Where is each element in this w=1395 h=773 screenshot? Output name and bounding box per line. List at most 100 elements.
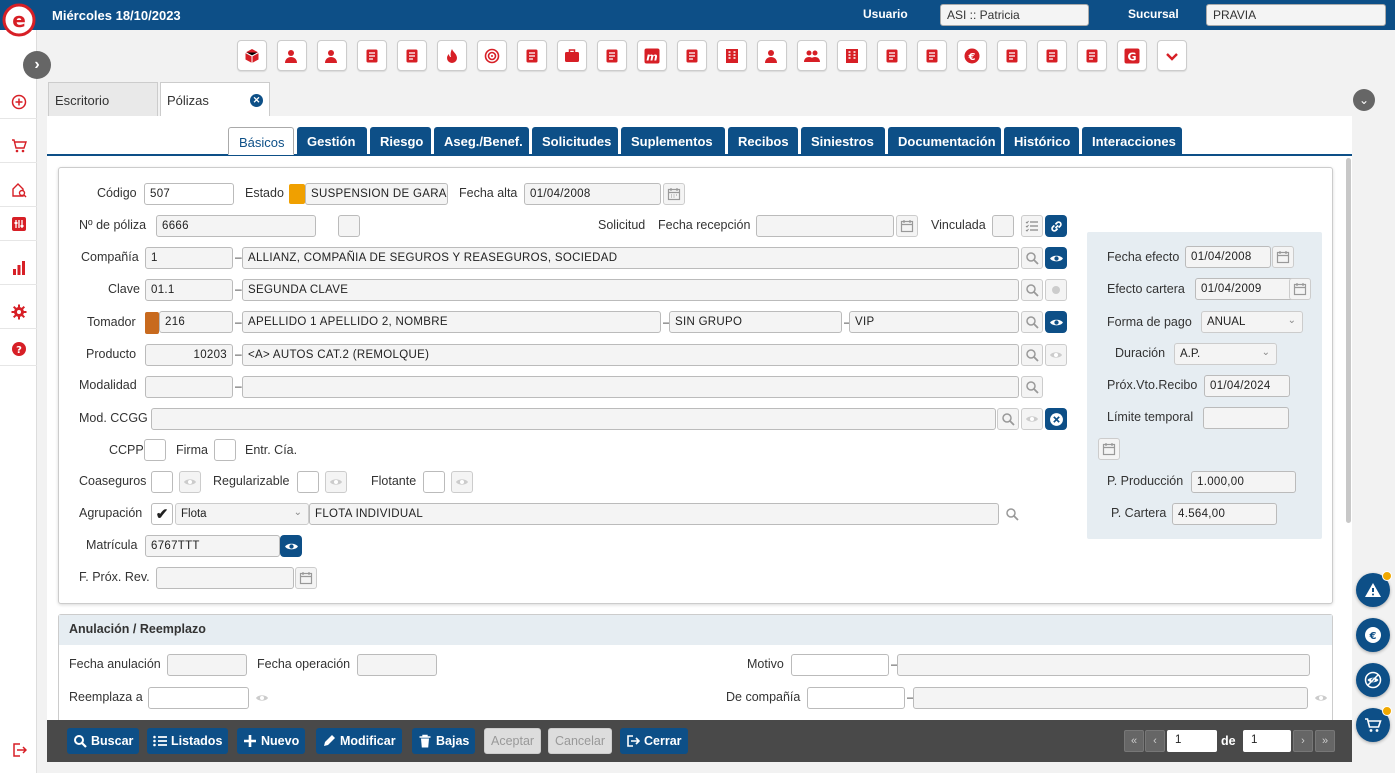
regularizable-checkbox[interactable] — [297, 471, 319, 493]
fecha-efecto-field[interactable]: 01/04/2008 — [1185, 246, 1271, 268]
eye-slash-icon[interactable] — [1077, 40, 1107, 71]
logout-icon[interactable] — [0, 733, 37, 767]
limite-temporal-field[interactable] — [1203, 407, 1289, 429]
buscar-button[interactable]: Buscar — [67, 728, 140, 754]
clear-icon[interactable] — [1045, 408, 1067, 430]
user-field[interactable]: ASI :: Patricia — [940, 4, 1089, 26]
de-compania-code-field[interactable] — [807, 687, 905, 709]
tab-histórico[interactable]: Histórico — [1004, 127, 1079, 155]
tomador-code-field[interactable]: 216 — [159, 311, 233, 333]
reemplaza-field[interactable] — [148, 687, 249, 709]
shopping-bag-icon[interactable] — [597, 40, 627, 71]
chevron-down-icon[interactable]: ⌄ — [1353, 89, 1375, 111]
codigo-field[interactable]: 507 — [144, 183, 234, 205]
link-icon[interactable] — [1045, 215, 1067, 237]
producto-code-field[interactable]: 10203 — [145, 344, 233, 366]
tab-escritorio[interactable]: Escritorio — [48, 82, 158, 116]
m-logo-icon[interactable]: m — [637, 40, 667, 71]
eye-icon[interactable] — [1045, 247, 1067, 269]
cart-button[interactable] — [1356, 706, 1392, 742]
sidebar-expand-icon[interactable]: › — [23, 51, 51, 79]
tomador-class-field[interactable]: VIP — [849, 311, 1019, 333]
flotante-checkbox[interactable] — [423, 471, 445, 493]
search-icon[interactable] — [1021, 344, 1043, 366]
close-tab-icon[interactable]: ✕ — [250, 94, 263, 107]
chart-icon[interactable] — [0, 251, 37, 285]
eye-icon[interactable] — [179, 471, 201, 493]
new-icon[interactable] — [0, 85, 37, 119]
tomador-group-field[interactable]: SIN GRUPO — [669, 311, 842, 333]
group-icon[interactable] — [797, 40, 827, 71]
cube-icon[interactable] — [237, 40, 267, 71]
calendar-icon[interactable] — [896, 215, 918, 237]
eye-icon[interactable] — [1045, 311, 1067, 333]
estado-field[interactable]: SUSPENSION DE GARANTI — [305, 183, 448, 205]
agrupacion-type-select[interactable]: Flota ⌄ — [175, 503, 309, 525]
user-check-icon[interactable] — [317, 40, 347, 71]
fecha-anulacion-field[interactable] — [167, 654, 247, 676]
search-icon[interactable] — [1021, 247, 1043, 269]
list-document-icon[interactable] — [397, 40, 427, 71]
eye-icon[interactable] — [325, 471, 347, 493]
last-page-button[interactable]: » — [1315, 730, 1335, 752]
eye-icon[interactable] — [1021, 408, 1043, 430]
f-prox-rev-field[interactable] — [156, 567, 294, 589]
tab-documentación[interactable]: Documentación — [888, 127, 1001, 155]
fecha-alta-field[interactable]: 01/04/2008 — [524, 183, 661, 205]
search-icon[interactable] — [1021, 311, 1043, 333]
search-icon[interactable] — [1021, 376, 1043, 398]
aceptar-button[interactable]: Aceptar — [484, 728, 542, 754]
modificar-button[interactable]: Modificar — [316, 728, 402, 754]
ccpp-checkbox[interactable] — [144, 439, 166, 461]
p-produccion-field[interactable]: 1.000,00 — [1191, 471, 1296, 493]
eye-icon[interactable] — [1310, 687, 1332, 709]
clave-code-field[interactable]: 01.1 — [145, 279, 233, 301]
vinculada-checkbox[interactable] — [992, 215, 1014, 237]
building-icon[interactable] — [717, 40, 747, 71]
motivo-name-field[interactable] — [897, 654, 1310, 676]
fecha-recepcion-field[interactable] — [756, 215, 894, 237]
producto-name-field[interactable]: <A> AUTOS CAT.2 (REMOLQUE) — [242, 344, 1019, 366]
search-icon[interactable] — [1001, 503, 1023, 525]
people-arrow-icon[interactable] — [917, 40, 947, 71]
mod-ccgg-field[interactable] — [151, 408, 996, 430]
privacy-button[interactable] — [1356, 663, 1390, 697]
cart-icon[interactable] — [0, 129, 37, 163]
de-compania-name-field[interactable] — [913, 687, 1308, 709]
calendar-icon[interactable] — [663, 183, 685, 205]
building-search-icon[interactable] — [837, 40, 867, 71]
user-question-icon[interactable] — [277, 40, 307, 71]
chevron-down-icon[interactable] — [1157, 40, 1187, 71]
cancelar-button[interactable]: Cancelar — [548, 728, 613, 754]
euro-icon[interactable]: € — [957, 40, 987, 71]
calendar-icon[interactable] — [295, 567, 317, 589]
listados-button[interactable]: Listados — [147, 728, 229, 754]
compania-name-field[interactable]: ALLIANZ, COMPAÑIA DE SEGUROS Y REASEGURO… — [242, 247, 1019, 269]
home-search-icon[interactable] — [0, 173, 37, 207]
duracion-select[interactable]: A.P. ⌄ — [1174, 343, 1277, 365]
person-icon[interactable] — [757, 40, 787, 71]
tab-básicos[interactable]: Básicos — [228, 127, 294, 155]
first-page-button[interactable]: « — [1124, 730, 1144, 752]
tab-solicitudes[interactable]: Solicitudes — [532, 127, 618, 155]
help-icon[interactable]: ? — [0, 332, 37, 366]
tomador-name-field[interactable]: APELLIDO 1 APELLIDO 2, NOMBRE — [242, 311, 661, 333]
briefcase-icon[interactable] — [557, 40, 587, 71]
poliza-flag-checkbox[interactable] — [338, 215, 360, 237]
g-logo-icon[interactable]: G — [1117, 40, 1147, 71]
euro-cycle-icon[interactable] — [877, 40, 907, 71]
num-poliza-field[interactable]: 6666 — [156, 215, 316, 237]
tab-suplementos[interactable]: Suplementos — [621, 127, 725, 155]
agrupacion-name-field[interactable]: FLOTA INDIVIDUAL — [309, 503, 999, 525]
vertical-scrollbar[interactable] — [1346, 158, 1351, 523]
firma-checkbox[interactable] — [214, 439, 236, 461]
tab-polizas[interactable]: Pólizas ✕ — [160, 82, 270, 116]
prev-page-button[interactable]: ‹ — [1145, 730, 1165, 752]
nuevo-button[interactable]: Nuevo — [237, 728, 306, 754]
eye-icon[interactable] — [280, 535, 302, 557]
calendar-icon[interactable] — [1289, 278, 1311, 300]
eye-icon[interactable] — [451, 471, 473, 493]
alerts-button[interactable] — [1356, 571, 1392, 607]
next-page-button[interactable]: › — [1293, 730, 1313, 752]
efecto-cartera-field[interactable]: 01/04/2009 — [1195, 278, 1295, 300]
